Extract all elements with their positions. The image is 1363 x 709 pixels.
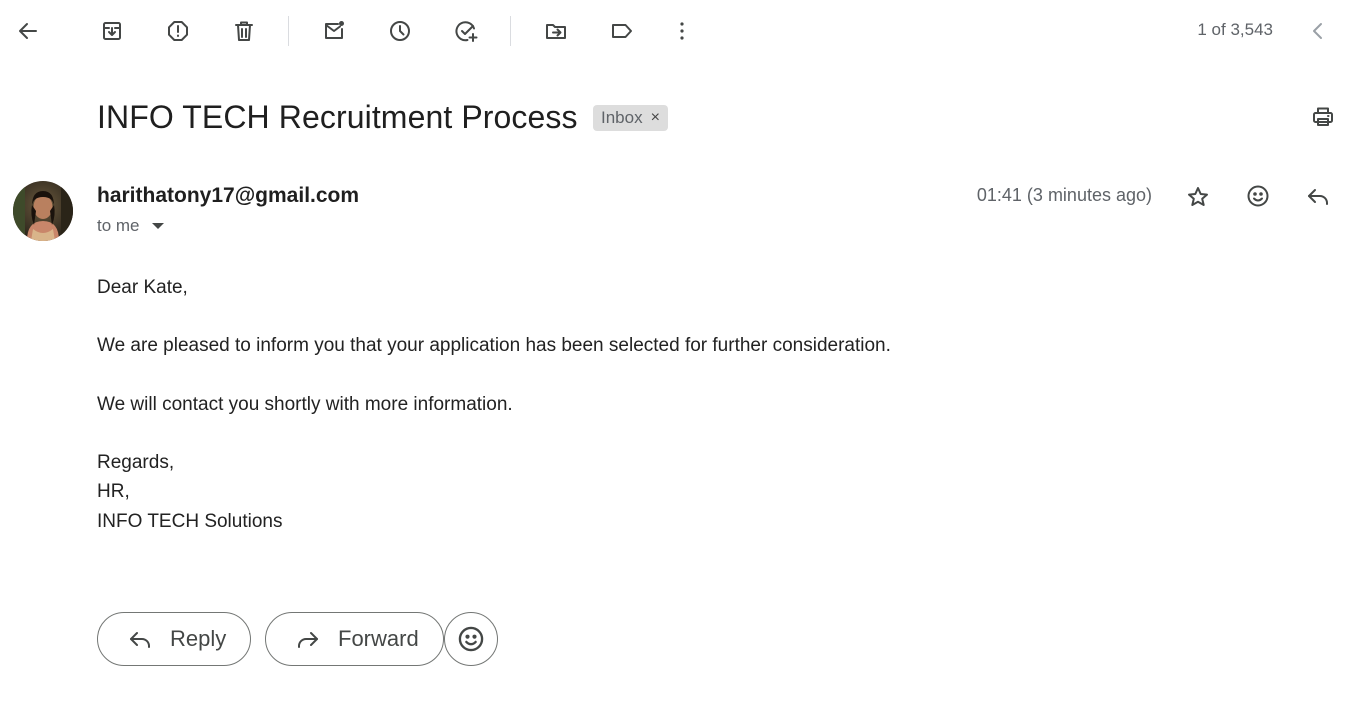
mark-unread-button[interactable]	[314, 11, 354, 51]
move-to-icon	[546, 24, 566, 39]
label-chip-text: Inbox	[601, 108, 643, 127]
body-signature: INFO TECH Solutions	[97, 511, 283, 532]
labels-button[interactable]	[602, 11, 642, 51]
mark-unread-icon	[325, 21, 344, 39]
back-button[interactable]	[8, 11, 48, 51]
body-signoff: Regards,	[97, 452, 175, 473]
pagination-text: 1 of 3,543	[1197, 20, 1273, 39]
recipient-details-toggle[interactable]: to me	[97, 216, 164, 236]
labels-icon	[612, 24, 632, 38]
forward-icon	[298, 632, 318, 648]
inbox-label-chip[interactable]: Inbox ×	[593, 105, 668, 131]
move-to-button[interactable]	[536, 11, 576, 51]
snooze-button[interactable]	[380, 11, 420, 51]
reply-button-header[interactable]	[1298, 176, 1338, 216]
forward-button[interactable]: Forward	[265, 612, 444, 666]
body-paragraph: We are pleased to inform you that your a…	[97, 335, 891, 356]
reply-button[interactable]: Reply	[97, 612, 252, 666]
remove-label-button[interactable]: ×	[651, 109, 660, 127]
forward-label: Forward	[338, 626, 419, 651]
reply-label: Reply	[170, 626, 227, 651]
star-button[interactable]	[1178, 177, 1218, 217]
add-to-tasks-button[interactable]	[446, 11, 486, 51]
emoji-icon	[458, 626, 484, 652]
sender-avatar[interactable]	[13, 181, 73, 241]
email-subject: INFO TECH Recruitment Process	[97, 99, 578, 135]
emoji-reaction-button[interactable]	[444, 612, 498, 666]
report-spam-icon	[168, 21, 188, 41]
more-button[interactable]	[662, 11, 702, 51]
reply-icon	[1308, 189, 1328, 205]
add-reaction-button[interactable]	[1238, 176, 1278, 216]
print-button[interactable]	[1303, 97, 1343, 137]
delete-button[interactable]	[224, 11, 264, 51]
archive-button[interactable]	[92, 11, 132, 51]
chevron-left-icon	[1313, 23, 1322, 39]
back-arrow-icon	[19, 23, 37, 39]
star-icon	[1188, 187, 1208, 206]
recipient-text: to me	[97, 216, 140, 235]
body-signature: HR,	[97, 481, 130, 502]
toolbar-divider	[510, 16, 511, 46]
snooze-icon	[390, 21, 410, 41]
add-to-tasks-icon	[455, 21, 478, 42]
chevron-down-icon	[151, 223, 164, 229]
sender-email[interactable]: harithatony17@gmail.com	[97, 184, 359, 208]
delete-icon	[235, 21, 253, 41]
more-icon	[680, 22, 684, 40]
newer-button[interactable]	[1298, 11, 1338, 51]
print-icon	[1313, 107, 1333, 126]
emoji-icon	[1247, 185, 1269, 207]
reply-icon	[130, 632, 150, 648]
body-paragraph: We will contact you shortly with more in…	[97, 394, 513, 415]
body-greeting: Dear Kate,	[97, 277, 188, 298]
toolbar-divider	[288, 16, 289, 46]
report-spam-button[interactable]	[158, 11, 198, 51]
archive-icon	[103, 22, 121, 40]
email-timestamp: 01:41 (3 minutes ago)	[976, 185, 1152, 205]
